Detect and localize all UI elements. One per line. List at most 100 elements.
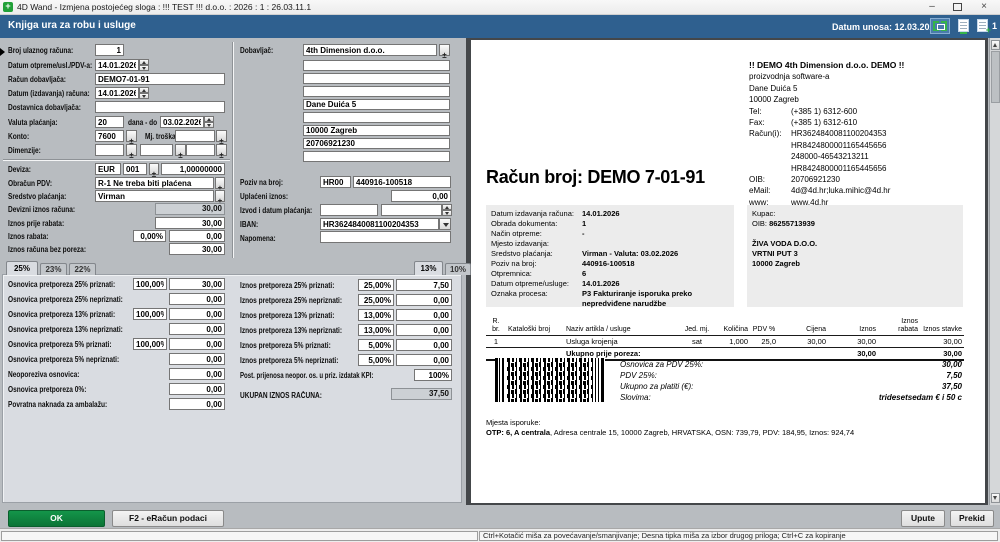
- dobavljac-detail-input[interactable]: [303, 73, 450, 84]
- iznos-rabata-pct-input[interactable]: [133, 230, 166, 242]
- dimenzija-1-input[interactable]: [95, 144, 124, 156]
- tax-value-input[interactable]: [169, 353, 225, 365]
- minimize-button[interactable]: –: [924, 0, 940, 14]
- close-button[interactable]: ×: [976, 0, 992, 14]
- tab-13[interactable]: 13%: [414, 261, 443, 275]
- tax-value-input[interactable]: [169, 338, 225, 350]
- mjesto-troska-input[interactable]: [175, 130, 215, 142]
- tax-value-input[interactable]: [169, 383, 225, 395]
- tax-value-input[interactable]: [169, 323, 225, 335]
- tax-value-input[interactable]: [169, 368, 225, 380]
- dobavljac-grad-input[interactable]: [303, 125, 450, 136]
- tax-value-input[interactable]: [169, 278, 225, 290]
- fit-preview-button[interactable]: [930, 18, 950, 34]
- iznos-prije-rabata-input[interactable]: [155, 217, 225, 229]
- dobavljac-detail-input[interactable]: [303, 151, 450, 162]
- iban-dropdown-button[interactable]: [439, 218, 451, 230]
- ok-button[interactable]: OK: [8, 510, 105, 527]
- tax-value-input[interactable]: [396, 309, 452, 321]
- sredstvo-placanja-lookup-button[interactable]: [215, 190, 225, 202]
- dimenzija-3-lookup-button[interactable]: [216, 144, 227, 156]
- obracun-pdv-lookup-button[interactable]: [215, 177, 225, 189]
- attachment-page-button[interactable]: [958, 19, 969, 32]
- poziv-broj-input[interactable]: [353, 176, 451, 188]
- datum-otpreme-spinner[interactable]: [139, 59, 149, 71]
- scrollbar-thumb[interactable]: [991, 51, 1000, 103]
- izvod-input[interactable]: [320, 204, 378, 216]
- tax-pct-input[interactable]: [358, 309, 394, 321]
- sredstvo-placanja-input[interactable]: [95, 190, 214, 202]
- datum-placanja-input[interactable]: [381, 204, 442, 216]
- dimenzija-2-lookup-button[interactable]: [175, 144, 186, 156]
- tax-pct-input[interactable]: [358, 354, 394, 366]
- spinner-down-icon[interactable]: [139, 65, 149, 71]
- valuta-datum-input[interactable]: [160, 116, 204, 128]
- scroll-up-icon[interactable]: [991, 40, 1000, 50]
- tax-pct-input[interactable]: [133, 338, 167, 350]
- dobavljac-adresa-input[interactable]: [303, 99, 450, 110]
- dobavljac-detail-input[interactable]: [303, 112, 450, 123]
- datum-izdavanja-spinner[interactable]: [139, 87, 149, 99]
- tax-value-input[interactable]: [396, 324, 452, 336]
- kpi-input[interactable]: [414, 369, 452, 381]
- deviza-lookup-button[interactable]: [149, 163, 159, 175]
- spinner-down-icon[interactable]: [139, 93, 149, 99]
- invoice-preview-page[interactable]: !! DEMO 4th Dimension d.o.o. DEMO !! pro…: [471, 40, 985, 503]
- upute-button[interactable]: Upute: [901, 510, 945, 527]
- broj-ulaznog-racuna-input[interactable]: [95, 44, 124, 56]
- maximize-button[interactable]: [949, 0, 965, 14]
- scroll-down-icon[interactable]: [991, 493, 1000, 503]
- iban-input[interactable]: [320, 218, 439, 230]
- tax-pct-input[interactable]: [358, 294, 394, 306]
- uplaceni-iznos-input[interactable]: [391, 190, 451, 202]
- spinner-down-icon[interactable]: [204, 122, 214, 128]
- dimenzija-2-input[interactable]: [140, 144, 173, 156]
- obracun-pdv-input[interactable]: [95, 177, 214, 189]
- dimenzija-1-lookup-button[interactable]: [126, 144, 137, 156]
- spinner-down-icon[interactable]: [442, 210, 452, 216]
- tax-pct-input[interactable]: [133, 308, 167, 320]
- konto-lookup-button[interactable]: [126, 130, 137, 142]
- tax-value-input[interactable]: [169, 293, 225, 305]
- tab-25[interactable]: 25%: [6, 261, 38, 275]
- tax-pct-input[interactable]: [358, 339, 394, 351]
- eracun-podaci-button[interactable]: F2 - eRačun podaci: [112, 510, 224, 527]
- racun-dobavljaca-input[interactable]: [95, 73, 225, 85]
- tax-pct-input[interactable]: [358, 324, 394, 336]
- mjesto-troska-lookup-button[interactable]: [216, 130, 227, 142]
- tab-10[interactable]: 10%: [445, 263, 471, 275]
- tax-value-input[interactable]: [396, 339, 452, 351]
- tax-value-input[interactable]: [396, 294, 452, 306]
- deviza-valuta-input[interactable]: [95, 163, 121, 175]
- poziv-model-input[interactable]: [320, 176, 351, 188]
- tax-value-input[interactable]: [169, 398, 225, 410]
- dimenzija-3-input[interactable]: [186, 144, 215, 156]
- napomena-input[interactable]: [320, 231, 451, 243]
- dobavljac-input[interactable]: [303, 44, 437, 56]
- tax-pct-input[interactable]: [358, 279, 394, 291]
- dobavljac-lookup-button[interactable]: [439, 44, 450, 56]
- datum-placanja-spinner[interactable]: [442, 204, 452, 216]
- tab-23[interactable]: 23%: [40, 263, 67, 275]
- datum-izdavanja-input[interactable]: [95, 87, 139, 99]
- deviza-tecaj-input[interactable]: [161, 163, 225, 175]
- dobavljac-detail-input[interactable]: [303, 60, 450, 71]
- valuta-dana-input[interactable]: [95, 116, 124, 128]
- datum-otpreme-input[interactable]: [95, 59, 139, 71]
- valuta-datum-spinner[interactable]: [204, 116, 214, 128]
- add-attachment-button[interactable]: +: [977, 19, 988, 32]
- tax-pct-input[interactable]: [133, 278, 167, 290]
- dostavnica-input[interactable]: [95, 101, 225, 113]
- tab-22[interactable]: 22%: [69, 263, 96, 275]
- iznos-bez-poreza-input[interactable]: [169, 243, 225, 255]
- iznos-rabata-input[interactable]: [169, 230, 225, 242]
- deviza-sifra-input[interactable]: [123, 163, 147, 175]
- tax-value-input[interactable]: [169, 308, 225, 320]
- prekid-button[interactable]: Prekid: [950, 510, 994, 527]
- tax-value-input[interactable]: [396, 279, 452, 291]
- dobavljac-detail-input[interactable]: [303, 86, 450, 97]
- konto-input[interactable]: [95, 130, 124, 142]
- dobavljac-oib-input[interactable]: [303, 138, 450, 149]
- preview-scrollbar[interactable]: [989, 38, 1000, 505]
- tax-value-input[interactable]: [396, 354, 452, 366]
